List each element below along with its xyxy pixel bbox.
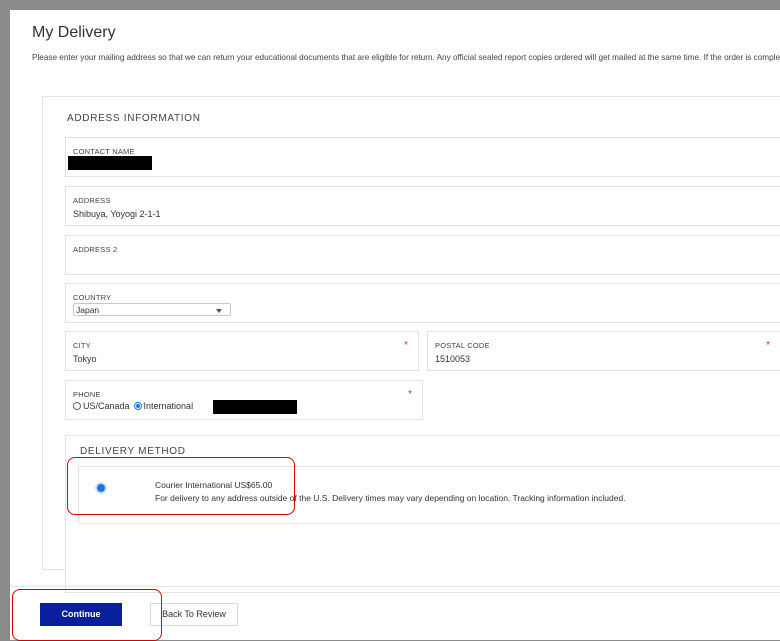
country-selected-value: Japan <box>76 305 100 315</box>
contact-name-label: CONTACT NAME <box>73 147 135 156</box>
postal-code-required-mark: * <box>766 340 770 351</box>
address-card: ADDRESS INFORMATION CONTACT NAME ADDRESS… <box>42 96 780 593</box>
footer-divider <box>10 586 780 587</box>
phone-number-redaction <box>213 400 297 414</box>
address2-field[interactable]: ADDRESS 2 <box>65 235 780 275</box>
delivery-option-radio[interactable] <box>95 482 107 494</box>
address2-label: ADDRESS 2 <box>73 245 118 254</box>
delivery-option-description: For delivery to any address outside of t… <box>155 493 626 503</box>
postal-code-label: POSTAL CODE <box>435 341 490 350</box>
city-field[interactable]: CITY * Tokyo <box>65 331 419 371</box>
phone-us-canada-radio[interactable] <box>73 402 81 410</box>
postal-code-field[interactable]: POSTAL CODE * 1510053 <box>427 331 780 371</box>
country-select[interactable]: Japan <box>73 303 231 316</box>
delivery-option[interactable]: Courier International US$65.00 For deliv… <box>78 466 780 524</box>
address-value: Shibuya, Yoyogi 2-1-1 <box>73 209 161 219</box>
postal-code-value: 1510053 <box>435 354 471 364</box>
country-label: COUNTRY <box>73 293 112 302</box>
phone-required-mark: * <box>408 389 412 400</box>
page-title: My Delivery <box>32 24 116 41</box>
back-to-review-button[interactable]: Back To Review <box>150 603 238 626</box>
chevron-down-icon <box>216 309 222 313</box>
address-field[interactable]: ADDRESS Shibuya, Yoyogi 2-1-1 <box>65 186 780 226</box>
city-required-mark: * <box>404 340 408 351</box>
address-section-heading: ADDRESS INFORMATION <box>67 113 201 124</box>
city-value: Tokyo <box>73 354 97 364</box>
phone-field: PHONE * US/Canada International <box>65 380 423 420</box>
city-label: CITY <box>73 341 91 350</box>
phone-us-canada-label: US/Canada <box>83 401 130 411</box>
phone-international-radio[interactable] <box>133 402 142 410</box>
phone-label: PHONE <box>73 390 101 399</box>
country-field: COUNTRY Japan <box>65 283 780 323</box>
delivery-option-name: Courier International US$65.00 <box>155 480 273 490</box>
address-label: ADDRESS <box>73 196 111 205</box>
contact-name-redaction <box>68 156 152 170</box>
continue-button[interactable]: Continue <box>40 603 122 626</box>
phone-international-label: International <box>143 401 194 411</box>
contact-name-field[interactable]: CONTACT NAME <box>65 137 780 177</box>
page: My Delivery Please enter your mailing ad… <box>10 10 780 640</box>
delivery-method-card: DELIVERY METHOD Courier International US… <box>65 435 780 593</box>
delivery-section-heading: DELIVERY METHOD <box>80 446 186 457</box>
page-intro: Please enter your mailing address so tha… <box>32 53 780 62</box>
phone-type-radio-group: US/Canada International <box>73 401 193 411</box>
